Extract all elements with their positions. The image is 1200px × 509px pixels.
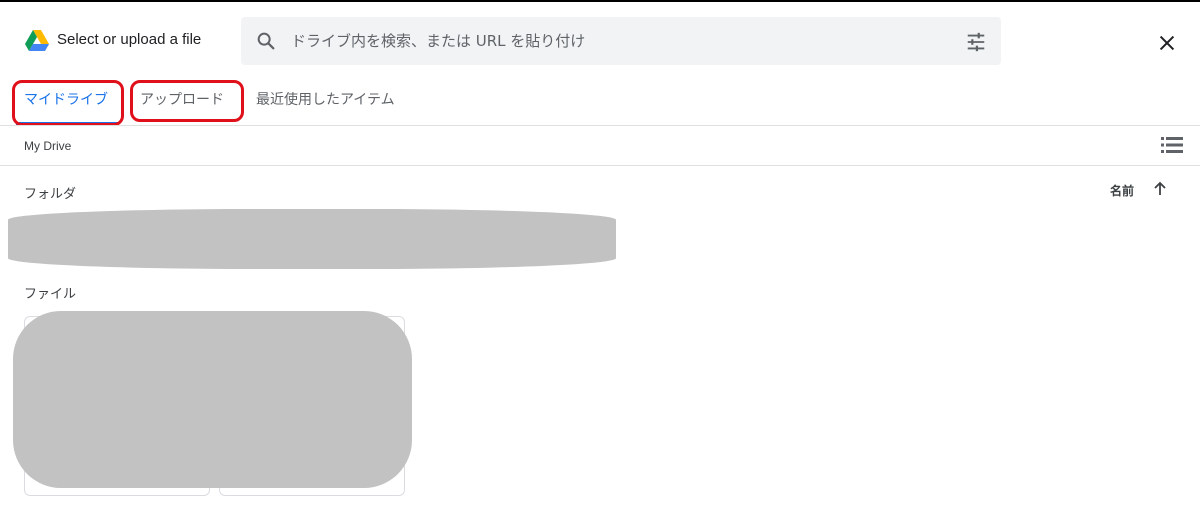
redacted-file-thumbnails bbox=[13, 311, 412, 488]
highlight-box-upload bbox=[130, 80, 244, 122]
arrow-up-icon[interactable] bbox=[1152, 181, 1168, 197]
tune-icon[interactable] bbox=[965, 31, 987, 53]
search-box[interactable] bbox=[241, 17, 1001, 65]
breadcrumb-divider bbox=[0, 165, 1200, 166]
google-drive-logo-icon bbox=[25, 30, 49, 51]
search-icon[interactable] bbox=[255, 30, 277, 52]
breadcrumb[interactable]: My Drive bbox=[24, 139, 71, 153]
folders-section-label: フォルダ bbox=[24, 187, 77, 202]
redacted-folder-list bbox=[8, 209, 616, 269]
close-icon[interactable] bbox=[1156, 32, 1178, 54]
list-view-icon[interactable] bbox=[1161, 136, 1183, 154]
tab-recent[interactable]: 最近使用したアイテム bbox=[256, 80, 395, 120]
picker-header: Select or upload a file bbox=[0, 2, 1200, 74]
search-input[interactable] bbox=[291, 17, 941, 65]
sort-by-name-label[interactable]: 名前 bbox=[1110, 182, 1134, 199]
files-section-label: ファイル bbox=[24, 287, 77, 302]
dialog-title: Select or upload a file bbox=[57, 31, 202, 48]
tab-divider bbox=[0, 125, 1200, 126]
highlight-box-my-drive bbox=[12, 80, 124, 126]
